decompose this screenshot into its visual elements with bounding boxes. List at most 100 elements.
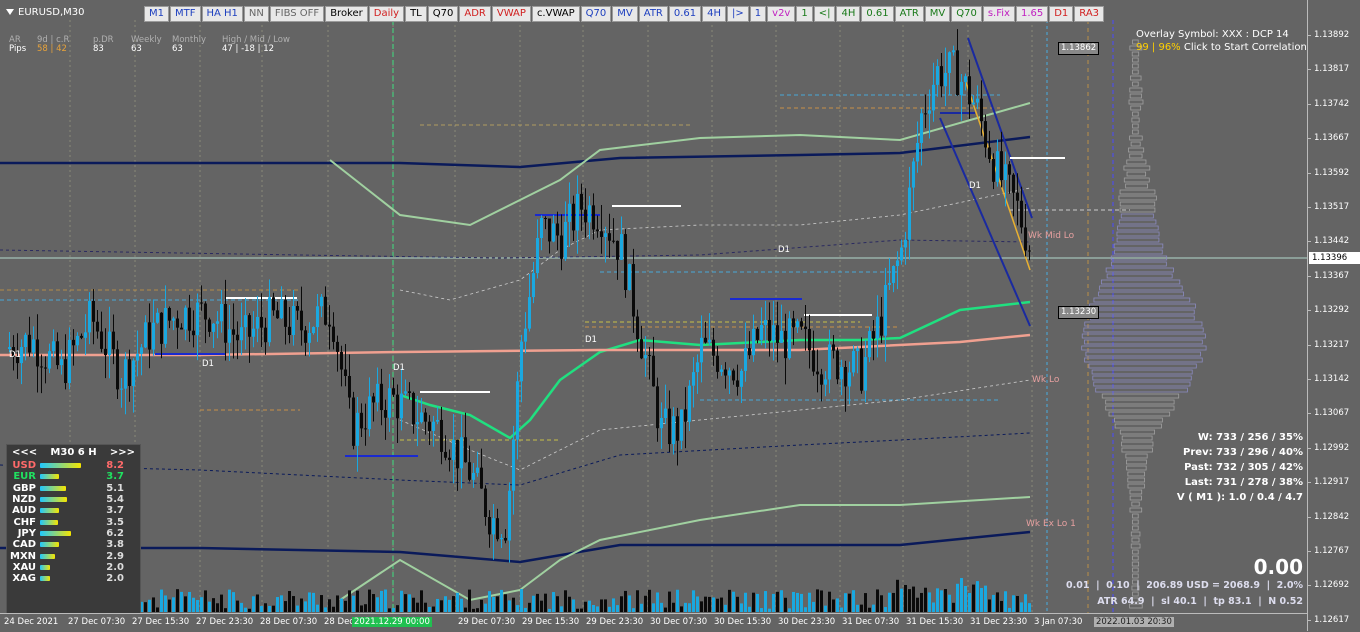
candle-body [284, 300, 287, 327]
toolbar-button-25[interactable]: MV [925, 6, 950, 22]
candle-body [840, 367, 843, 379]
price-chart[interactable] [0, 0, 1307, 613]
toolbar-button-28[interactable]: 1.65 [1016, 6, 1048, 22]
candle-body [816, 372, 819, 375]
toolbar-button-11[interactable]: c.VWAP [532, 6, 580, 22]
candle-body [780, 331, 783, 343]
candle-series [0, 0, 1307, 613]
volume-bar [216, 603, 219, 612]
toolbar-button-18[interactable]: 1 [750, 6, 766, 22]
dropdown-icon[interactable] [6, 9, 14, 15]
next-timeframe-button[interactable]: >>> [110, 447, 135, 458]
volume-bar [664, 608, 667, 612]
volume-bar [616, 605, 619, 612]
candle-body [532, 273, 535, 297]
prev-timeframe-button[interactable]: <<< [12, 447, 37, 458]
candle-body [772, 325, 775, 341]
toolbar-button-3[interactable]: NN [244, 6, 269, 22]
correlation-panel[interactable]: Overlay Symbol: XXX : DCP 14 99 | 96% Cl… [1136, 28, 1307, 54]
toolbar-button-17[interactable]: |> [727, 6, 749, 22]
volume-bar [212, 598, 215, 612]
toolbar-button-22[interactable]: 4H [836, 6, 860, 22]
toolbar-button-19[interactable]: v2v [767, 6, 795, 22]
toolbar-button-24[interactable]: ATR [895, 6, 924, 22]
volume-bar [612, 598, 615, 612]
monthly-column: Monthly 63 [172, 36, 206, 54]
volume-bar [424, 603, 427, 612]
candle-body [252, 329, 255, 337]
volume-bar [320, 595, 323, 612]
price-tick: 1.12992 [1314, 443, 1349, 453]
toolbar-button-14[interactable]: ATR [639, 6, 668, 22]
strength-bar [40, 565, 50, 570]
candle-body [1016, 193, 1019, 201]
d1-label-3: D1 [393, 363, 405, 373]
toolbar-button-23[interactable]: 0.61 [861, 6, 893, 22]
volume-bar [956, 584, 959, 612]
candle-body [140, 347, 143, 354]
toolbar-button-8[interactable]: Q70 [428, 6, 459, 22]
timeframe-label: M30 6 H [50, 447, 96, 458]
toolbar-button-27[interactable]: s.Fix [983, 6, 1015, 22]
volume-bar [708, 597, 711, 612]
price-tick: 1.13067 [1314, 408, 1349, 418]
time-tick: 31 Dec 07:30 [842, 617, 899, 627]
price-axis[interactable] [1307, 0, 1360, 631]
volume-bar [840, 608, 843, 612]
strength-bar [40, 508, 59, 513]
toolbar-button-29[interactable]: D1 [1049, 6, 1073, 22]
candle-body [764, 320, 767, 325]
toolbar-button-21[interactable]: <| [814, 6, 836, 22]
toolbar-button-13[interactable]: MV [612, 6, 637, 22]
toolbar-button-16[interactable]: 4H [702, 6, 726, 22]
candle-body [652, 356, 655, 387]
candle-body [156, 313, 159, 323]
volume-bar [340, 599, 343, 612]
toolbar-button-4[interactable]: FIBS OFF [270, 6, 324, 22]
volume-bar [240, 603, 243, 612]
atr-info: ATR 64.9 | sl 40.1 | tp 83.1 | N 0.52 [1097, 596, 1303, 607]
candle-body [588, 205, 591, 222]
candle-body [204, 304, 207, 320]
volume-bar [520, 589, 523, 612]
candle-body [580, 194, 583, 210]
risk-info: 0.01 | 0.10 | 206.89 USD = 2068.9 | 2.0% [1066, 580, 1303, 591]
currency-name: CAD [10, 539, 36, 550]
candle-body [500, 538, 503, 539]
toolbar-button-20[interactable]: 1 [796, 6, 812, 22]
candle-body [40, 366, 43, 367]
candle-body [504, 538, 507, 541]
volume-bar [668, 592, 671, 612]
toolbar-button-5[interactable]: Broker [325, 6, 368, 22]
toolbar-button-12[interactable]: Q70 [581, 6, 612, 22]
time-tick: 30 Dec 23:30 [778, 617, 835, 627]
toolbar-button-2[interactable]: HA H1 [202, 6, 243, 22]
toolbar-button-7[interactable]: TL [405, 6, 427, 22]
volume-bar [536, 594, 539, 612]
candle-body [1004, 164, 1007, 180]
volume-bar [192, 598, 195, 612]
volume-bar [896, 580, 899, 612]
candle-body [48, 351, 51, 368]
start-correlation-link[interactable]: Click to Start Correlation [1181, 42, 1307, 53]
candle-body [320, 297, 323, 306]
range-stat-1: Prev: 733 / 296 / 40% [1177, 445, 1303, 460]
toolbar-button-1[interactable]: MTF [170, 6, 201, 22]
toolbar-button-9[interactable]: ADR [459, 6, 491, 22]
toolbar-button-26[interactable]: Q70 [951, 6, 982, 22]
volume-bar [804, 607, 807, 612]
toolbar-button-6[interactable]: Daily [369, 6, 404, 22]
candle-body [100, 332, 103, 349]
price-tick: 1.12617 [1314, 615, 1349, 625]
price-tick: 1.13217 [1314, 340, 1349, 350]
toolbar-button-15[interactable]: 0.61 [669, 6, 701, 22]
volume-bar [368, 590, 371, 612]
volume-bar [416, 603, 419, 612]
candle-body [168, 308, 171, 321]
toolbar-button-30[interactable]: RA3 [1074, 6, 1104, 22]
toolbar-button-10[interactable]: VWAP [492, 6, 531, 22]
volume-bar [600, 599, 603, 612]
pdr-value: 83 [93, 45, 114, 54]
toolbar-button-0[interactable]: M1 [144, 6, 169, 22]
candle-body [876, 317, 879, 339]
